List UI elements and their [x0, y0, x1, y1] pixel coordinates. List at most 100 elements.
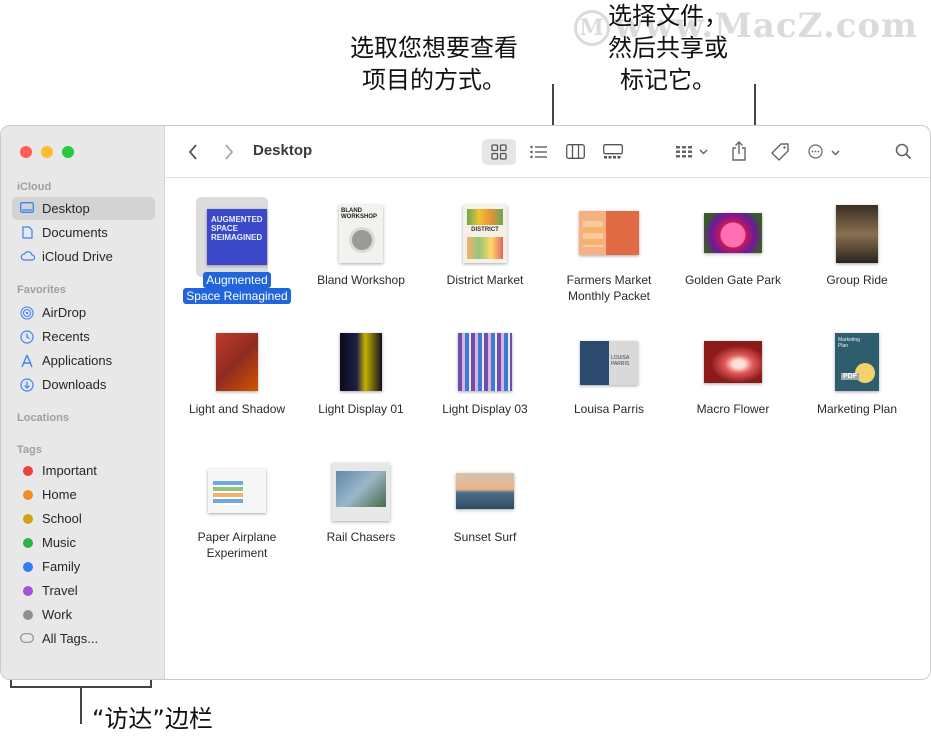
search-button[interactable] [890, 139, 916, 165]
search-icon [895, 143, 911, 160]
file-thumbnail [216, 333, 258, 391]
sidebar-section-favorites: Favorites [17, 284, 66, 296]
sidebar-section-locations: Locations [17, 412, 69, 424]
tag-green-icon [23, 538, 33, 548]
tag-yellow-icon [23, 514, 33, 524]
desktop-icon [20, 202, 34, 215]
airdrop-icon [20, 306, 34, 320]
sidebar-item-applications[interactable]: Applications [12, 349, 155, 372]
sidebar-section-icloud: iCloud [17, 181, 52, 193]
file-label: Bland Workshop [317, 273, 405, 287]
file-label: Paper Airplane Experiment [175, 529, 299, 561]
sidebar-item-recents[interactable]: Recents [12, 325, 155, 348]
sidebar-item-label: Work [42, 607, 73, 622]
file-thumbnail [836, 205, 878, 263]
back-button[interactable] [182, 139, 204, 165]
file-label-line1: Farmers Market [566, 273, 652, 287]
file-thumbnail: DISTRICT [463, 205, 507, 263]
callout-share-line3: 标记它。 [620, 66, 716, 94]
file-thumbnail [704, 341, 762, 383]
sidebar-tag-school[interactable]: School [12, 507, 155, 530]
close-button[interactable] [20, 146, 32, 158]
chevron-left-icon [188, 144, 197, 160]
file-label-line2: Space Reimagined [183, 288, 291, 304]
thumbnail-text: LOUISA PARRIS [611, 355, 630, 367]
sidebar-item-label: Important [42, 463, 97, 478]
callout-view-options: 选取您想要查看 项目的方式。 [350, 32, 518, 96]
file-label: Golden Gate Park [684, 273, 782, 287]
sidebar-item-airdrop[interactable]: AirDrop [12, 301, 155, 324]
thumbnail-text: BLAND WORKSHOP [341, 208, 377, 220]
file-label-line2: Experiment [206, 546, 268, 560]
share-button[interactable] [726, 139, 752, 165]
sidebar-all-tags[interactable]: All Tags... [12, 627, 155, 650]
sidebar-tag-music[interactable]: Music [12, 531, 155, 554]
tag-red-icon [23, 466, 33, 476]
file-label-line2: Monthly Packet [567, 289, 651, 303]
sidebar-item-label: Recents [42, 329, 90, 344]
thumbnail-text: DISTRICT [471, 227, 499, 233]
sidebar-item-label: Downloads [42, 377, 107, 392]
file-label: District Market [446, 273, 524, 287]
sidebar-item-documents[interactable]: Documents [12, 221, 155, 244]
group-by-button[interactable] [672, 139, 712, 165]
toolbar: Desktop [166, 126, 930, 178]
sidebar-tag-home[interactable]: Home [12, 483, 155, 506]
forward-button[interactable] [218, 139, 240, 165]
callout-share-tag: 选择文件， 然后共享或 标记它。 [608, 0, 728, 96]
sidebar-item-label: Family [42, 559, 81, 574]
column-view-button[interactable] [558, 139, 592, 165]
minimize-button[interactable] [41, 146, 53, 158]
tag-blue-icon [23, 562, 33, 572]
zoom-button[interactable] [62, 146, 74, 158]
ellipsis-circle-icon [808, 144, 823, 159]
sidebar-item-label: Home [42, 487, 77, 502]
file-grid: AUGMENTED SPACE REIMAGINED Augmented Spac… [166, 179, 930, 679]
file-label-line1: Augmented [203, 272, 271, 288]
gallery-view-icon [603, 144, 623, 159]
file-label: Rail Chasers [326, 530, 396, 544]
tag-purple-icon [23, 586, 33, 596]
file-label: Group Ride [826, 273, 888, 287]
file-thumbnail [579, 211, 639, 255]
sidebar-tag-family[interactable]: Family [12, 555, 155, 578]
thumbnail-text: AUGMENTED SPACE REIMAGINED [211, 215, 263, 242]
sidebar-item-downloads[interactable]: Downloads [12, 373, 155, 396]
finder-window: iCloud Desktop Documents iCloud Drive Fa… [0, 125, 931, 680]
sidebar-item-label: Travel [42, 583, 78, 598]
macz-logo-icon: M [574, 10, 610, 46]
icon-view-button[interactable] [482, 139, 516, 165]
thumbnail-photo [336, 471, 386, 507]
thumbnail-fruit-image [467, 209, 503, 225]
tag-button[interactable] [766, 139, 794, 165]
sidebar-tag-work[interactable]: Work [12, 603, 155, 626]
sidebar-item-label: Documents [42, 225, 108, 240]
sidebar-tag-travel[interactable]: Travel [12, 579, 155, 602]
file-thumbnail [458, 333, 512, 391]
file-label: Macro Flower [696, 402, 770, 416]
more-actions-button[interactable] [806, 139, 842, 165]
chevron-down-icon [699, 149, 708, 155]
callout-line-sidebar-vertical [80, 686, 82, 724]
file-thumbnail [704, 213, 762, 253]
callout-sidebar: “访达”边栏 [92, 705, 213, 733]
file-thumbnail: BLAND WORKSHOP [339, 205, 383, 263]
tag-orange-icon [23, 490, 33, 500]
file-label: Augmented Space Reimagined [175, 272, 299, 304]
sidebar-item-label: All Tags... [42, 631, 99, 646]
callout-share-line1: 选择文件， [608, 2, 728, 30]
chevron-right-icon [225, 144, 234, 160]
sidebar-item-icloud-drive[interactable]: iCloud Drive [12, 245, 155, 268]
gallery-view-button[interactable] [596, 139, 630, 165]
file-thumbnail: LOUISA PARRIS [580, 341, 638, 385]
grid-view-icon [491, 144, 507, 160]
sidebar-item-desktop[interactable]: Desktop [12, 197, 155, 220]
callout-line-view-vertical [552, 84, 554, 130]
sidebar-tag-important[interactable]: Important [12, 459, 155, 482]
sidebar-item-label: iCloud Drive [42, 249, 113, 264]
file-thumbnail [340, 333, 382, 391]
sidebar-item-label: School [42, 511, 82, 526]
sidebar-item-label: Desktop [42, 201, 90, 216]
list-view-button[interactable] [522, 139, 556, 165]
all-tags-icon [20, 632, 34, 645]
